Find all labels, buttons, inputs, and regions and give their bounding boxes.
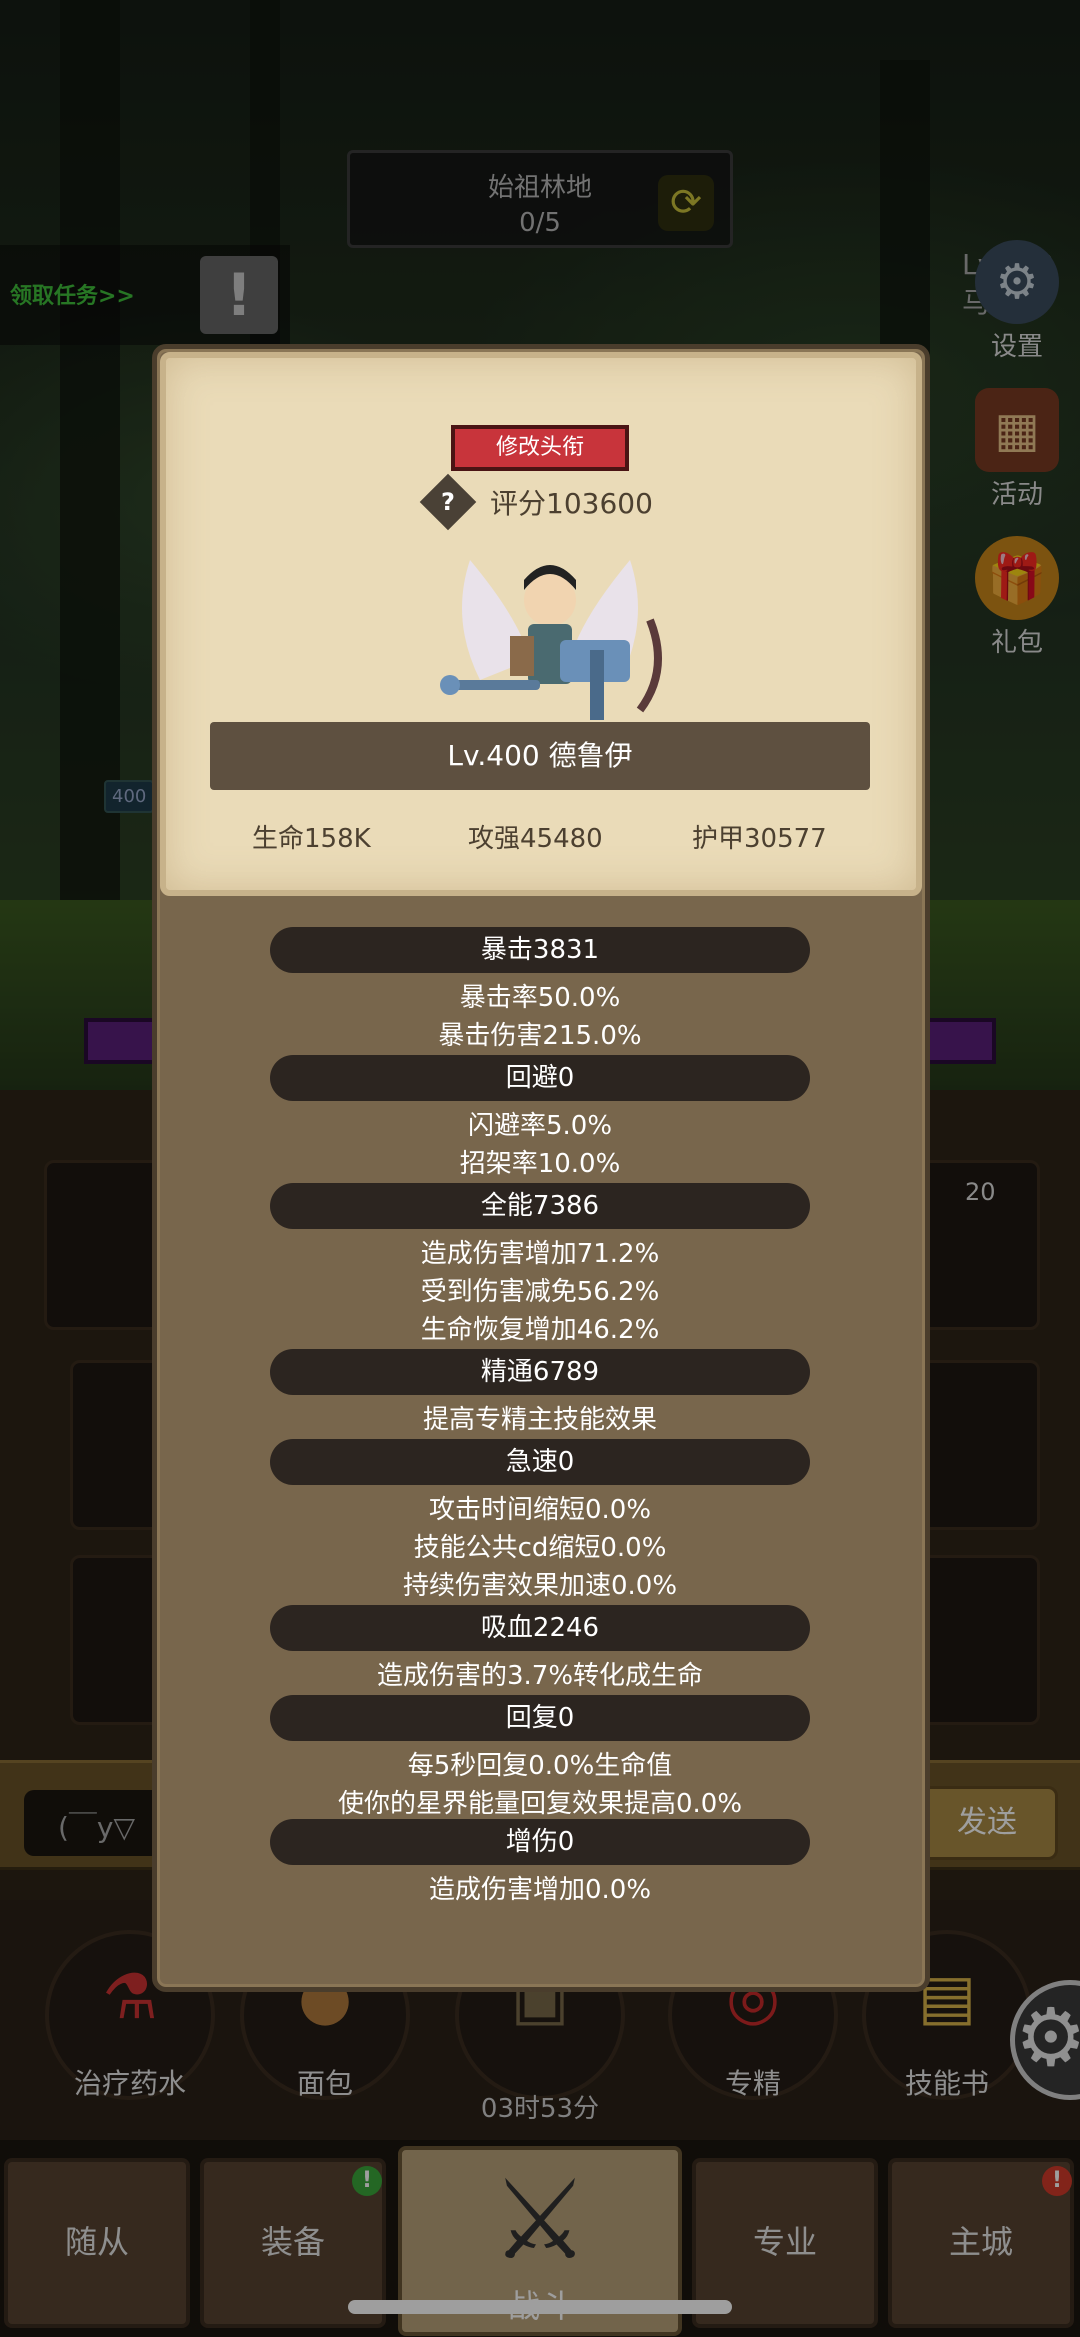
section-versatility: 全能7386	[270, 1183, 810, 1229]
score-value: 评分103600	[490, 487, 653, 520]
stat-line: 造成伤害的3.7%转化成生命	[376, 1661, 704, 1691]
stat-line: 造成伤害增加71.2%	[420, 1239, 660, 1269]
section-crit: 暴击3831	[270, 927, 810, 973]
stat-line: 提高专精主技能效果	[422, 1405, 657, 1435]
stat-attack-power: 攻强45480	[468, 824, 603, 854]
section-haste: 急速0	[270, 1439, 810, 1485]
stat-line: 使你的星界能量回复效果提高0.0%	[337, 1789, 743, 1819]
stat-line: 生命恢复增加46.2%	[420, 1315, 660, 1345]
hero-name: Lv.400 德鲁伊	[210, 722, 870, 790]
stat-line: 招架率10.0%	[459, 1149, 621, 1179]
section-evasion: 回避0	[270, 1055, 810, 1101]
stat-line: 造成伤害增加0.0%	[428, 1875, 652, 1905]
section-damage-increase: 增伤0	[270, 1819, 810, 1865]
stat-armor: 护甲30577	[692, 824, 827, 854]
change-title-button[interactable]: 修改头衔	[451, 425, 629, 471]
stat-line: 闪避率5.0%	[467, 1111, 613, 1141]
hero-portrait	[440, 560, 662, 720]
section-regen: 回复0	[270, 1695, 810, 1741]
stat-line: 暴击伤害215.0%	[438, 1021, 642, 1051]
stat-line: 受到伤害减免56.2%	[420, 1277, 660, 1307]
score-row: ? 评分103600	[419, 473, 653, 531]
section-lifesteal: 吸血2246	[270, 1605, 810, 1651]
stat-line: 每5秒回复0.0%生命值	[407, 1751, 673, 1781]
stat-line: 持续伤害效果加速0.0%	[402, 1571, 678, 1601]
stat-line: 技能公共cd缩短0.0%	[413, 1533, 667, 1563]
stat-line: 攻击时间缩短0.0%	[428, 1495, 652, 1525]
stat-health: 生命158K	[252, 824, 371, 854]
question-icon[interactable]: ?	[419, 473, 477, 531]
stat-line: 暴击率50.0%	[459, 983, 621, 1013]
section-mastery: 精通6789	[270, 1349, 810, 1395]
